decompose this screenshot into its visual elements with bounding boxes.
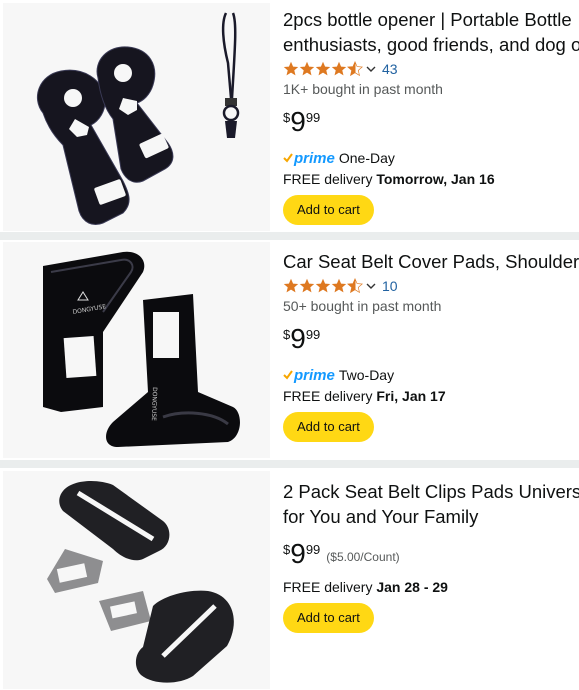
price[interactable]: $ 9 99 (283, 107, 579, 139)
delivery-prefix: FREE delivery (283, 388, 373, 404)
add-to-cart-button[interactable]: Add to cart (283, 195, 374, 225)
chevron-down-icon[interactable] (366, 64, 376, 74)
price-fraction: 99 (305, 542, 321, 557)
delivery-prefix: FREE delivery (283, 171, 373, 187)
product-title-line-1[interactable]: 2 Pack Seat Belt Clips Pads Universal (283, 479, 579, 504)
prime-badge: prime (283, 150, 335, 167)
price-whole: 9 (290, 106, 306, 137)
delivery-prefix: FREE delivery (283, 579, 373, 595)
price-fraction: 99 (305, 327, 321, 342)
delivery-date: Fri, Jan 17 (376, 388, 446, 404)
delivery-info: FREE delivery Fri, Jan 17 (283, 386, 579, 406)
product-info-1: 2pcs bottle opener | Portable Bottle ent… (283, 7, 579, 225)
star-icon (331, 61, 347, 76)
stars (283, 278, 363, 294)
product-card-1: 2pcs bottle opener | Portable Bottle ent… (0, 0, 579, 232)
price-fraction: 99 (305, 110, 321, 125)
prime-check-icon (283, 370, 293, 380)
price-symbol: $ (283, 327, 291, 342)
price[interactable]: $ 9 99 (283, 324, 579, 356)
prime-row: prime One-Day (283, 149, 579, 167)
divider (0, 460, 579, 468)
star-icon (299, 278, 315, 293)
prime-label: prime (294, 149, 335, 167)
prime-speed: Two-Day (338, 367, 395, 383)
price-symbol: $ (283, 542, 291, 557)
add-to-cart-button[interactable]: Add to cart (283, 603, 374, 633)
rating-count-link[interactable]: 10 (382, 278, 398, 294)
stars (283, 61, 363, 77)
star-icon (283, 61, 299, 76)
price-whole: 9 (290, 323, 306, 354)
seat-belt-cover-image: DONGYUSE DONGYUSE (43, 251, 240, 447)
seat-belt-clip-image (47, 481, 234, 683)
product-info-2: Car Seat Belt Cover Pads, Shoulder S 10 … (283, 249, 579, 442)
product-title-line-2[interactable]: enthusiasts, good friends, and dog o (283, 32, 579, 57)
product-card-3: 2 Pack Seat Belt Clips Pads Universal fo… (0, 468, 579, 690)
product-image-3[interactable] (3, 471, 270, 689)
bought-count: 1K+ bought in past month (283, 81, 443, 97)
rating-count-link[interactable]: 43 (382, 61, 398, 77)
star-icon (299, 61, 315, 76)
chevron-down-icon[interactable] (366, 281, 376, 291)
price-symbol: $ (283, 110, 291, 125)
prime-check-icon (283, 153, 293, 163)
divider (0, 232, 579, 240)
star-icon (315, 278, 331, 293)
bottle-opener-image (36, 12, 240, 225)
product-title-line-2[interactable]: for You and Your Family (283, 504, 579, 529)
delivery-info: FREE delivery Jan 28 - 29 (283, 577, 579, 597)
prime-badge: prime (283, 367, 335, 384)
star-half-icon (347, 61, 363, 77)
price-whole: 9 (290, 538, 306, 569)
prime-speed: One-Day (338, 150, 395, 166)
search-results-list: 2pcs bottle opener | Portable Bottle ent… (0, 0, 579, 690)
bought-count: 50+ bought in past month (283, 298, 442, 314)
product-title-line-1[interactable]: Car Seat Belt Cover Pads, Shoulder S (283, 249, 579, 274)
rating-row[interactable]: 43 (283, 59, 579, 79)
star-icon (283, 278, 299, 293)
product-image-2[interactable]: DONGYUSE DONGYUSE (3, 242, 270, 458)
svg-text:DONGYUSE: DONGYUSE (150, 387, 158, 421)
star-icon (331, 278, 347, 293)
delivery-info: FREE delivery Tomorrow, Jan 16 (283, 169, 579, 189)
product-image-1[interactable] (3, 3, 270, 231)
rating-row[interactable]: 10 (283, 276, 579, 296)
price[interactable]: $ 9 99 ($5.00/Count) (283, 539, 579, 571)
product-info-3: 2 Pack Seat Belt Clips Pads Universal fo… (283, 479, 579, 633)
star-half-icon (347, 278, 363, 294)
delivery-date: Tomorrow, Jan 16 (376, 171, 495, 187)
star-icon (315, 61, 331, 76)
prime-row: prime Two-Day (283, 366, 579, 384)
add-to-cart-button[interactable]: Add to cart (283, 412, 374, 442)
product-card-2: DONGYUSE DONGYUSE Car Seat Belt Cover Pa… (0, 240, 579, 460)
product-title-line-1[interactable]: 2pcs bottle opener | Portable Bottle (283, 7, 579, 32)
delivery-date: Jan 28 - 29 (376, 579, 448, 595)
prime-label: prime (294, 366, 335, 384)
unit-price: ($5.00/Count) (326, 550, 400, 564)
